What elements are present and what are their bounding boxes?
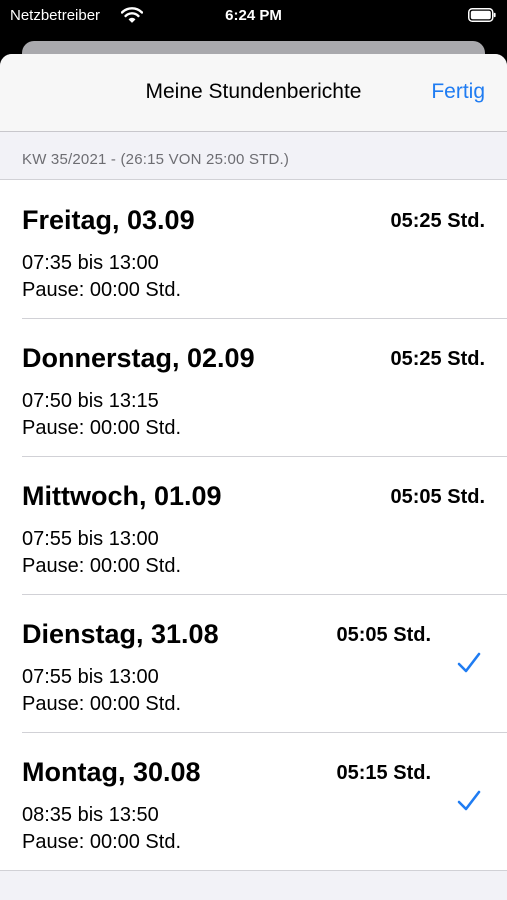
report-pause: Pause: 00:00 Std.	[22, 417, 182, 439]
report-row[interactable]: Dienstag, 31.08 05:05 Std. 07:55 bis 13:…	[0, 594, 507, 732]
checkmark-icon	[457, 790, 481, 811]
section-header: KW 35/2021 - (26:15 VON 25:00 STD.)	[22, 151, 290, 168]
status-bar: Netzbetreiber 6:24 PM	[0, 0, 507, 34]
report-duration: 05:25 Std.	[390, 348, 485, 370]
report-times: 07:55 bis 13:00	[22, 666, 159, 688]
report-times: 08:35 bis 13:50	[22, 804, 159, 826]
report-pause: Pause: 00:00 Std.	[22, 279, 182, 301]
report-row[interactable]: Donnerstag, 02.09 05:25 Std. 07:50 bis 1…	[0, 318, 507, 456]
report-times: 07:35 bis 13:00	[22, 252, 159, 274]
report-pause: Pause: 00:00 Std.	[22, 693, 182, 715]
checkmark-icon	[457, 652, 481, 673]
report-times: 07:50 bis 13:15	[22, 390, 159, 412]
report-day: Montag, 30.08	[22, 757, 201, 787]
report-duration: 05:25 Std.	[390, 210, 485, 232]
report-day: Mittwoch, 01.09	[22, 481, 222, 511]
navigation-bar: Meine Stundenberichte Fertig	[0, 54, 507, 132]
modal-sheet: Meine Stundenberichte Fertig KW 35/2021 …	[0, 54, 507, 900]
report-pause: Pause: 00:00 Std.	[22, 555, 182, 577]
report-day: Dienstag, 31.08	[22, 619, 219, 649]
report-row[interactable]: Montag, 30.08 05:15 Std. 08:35 bis 13:50…	[0, 732, 507, 870]
report-duration: 05:05 Std.	[390, 486, 485, 508]
report-day: Freitag, 03.09	[22, 205, 195, 235]
report-pause: Pause: 00:00 Std.	[22, 831, 182, 853]
report-duration: 05:15 Std.	[336, 762, 431, 784]
status-time: 6:24 PM	[225, 7, 282, 24]
report-day: Donnerstag, 02.09	[22, 343, 255, 373]
report-times: 07:55 bis 13:00	[22, 528, 159, 550]
report-row[interactable]: Freitag, 03.09 05:25 Std. 07:35 bis 13:0…	[0, 180, 507, 318]
done-button[interactable]: Fertig	[431, 80, 485, 104]
report-list: Freitag, 03.09 05:25 Std. 07:35 bis 13:0…	[0, 179, 507, 871]
battery-icon	[468, 8, 496, 22]
report-duration: 05:05 Std.	[336, 624, 431, 646]
report-row[interactable]: Mittwoch, 01.09 05:05 Std. 07:55 bis 13:…	[0, 456, 507, 594]
